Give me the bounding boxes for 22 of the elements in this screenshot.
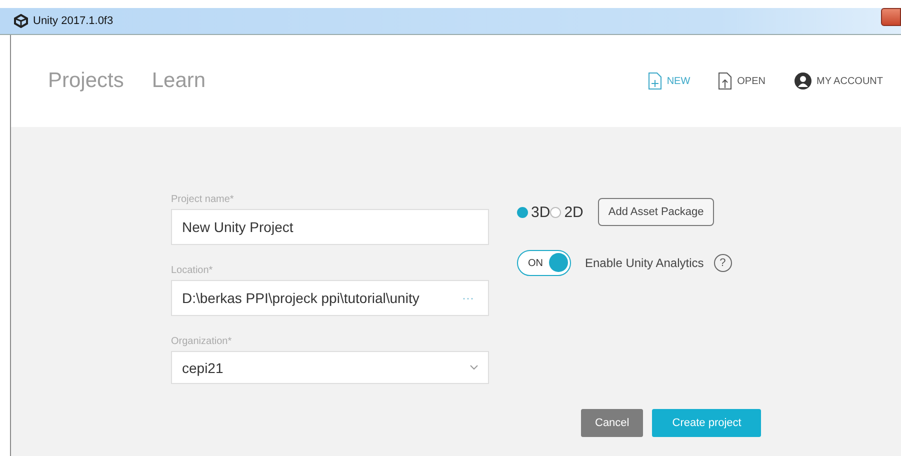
analytics-label: Enable Unity Analytics [585,256,704,270]
field-label: Organization* [171,336,233,347]
help-button[interactable]: ? [714,254,732,272]
new-file-icon [648,72,662,90]
window-title: Unity 2017.1.0f3 [33,15,114,27]
add-asset-package-button[interactable]: Add Asset Package [598,198,714,226]
unity-logo-icon [14,14,28,28]
analytics-toggle[interactable]: ON [517,250,571,276]
cancel-button[interactable]: Cancel [581,409,644,437]
field-label: Location* [171,265,214,276]
location-field[interactable]: D:\berkas PPI\projeck ppi\tutorial\unity ··· [171,280,489,316]
open-button[interactable]: OPEN [718,72,766,90]
mode-radio[interactable]: 3D [517,204,550,220]
mode-radio[interactable]: 2D [550,204,584,220]
project-name-field[interactable]: New Unity Project [171,209,489,245]
close-button[interactable] [881,8,901,26]
chevron-down-icon [470,365,478,370]
account-button[interactable]: MY ACCOUNT [794,72,883,90]
field-label: Project name* [171,194,235,205]
upload-file-icon [718,72,732,90]
user-icon [794,72,812,90]
organization-dropdown[interactable]: cepi21 [171,351,489,384]
